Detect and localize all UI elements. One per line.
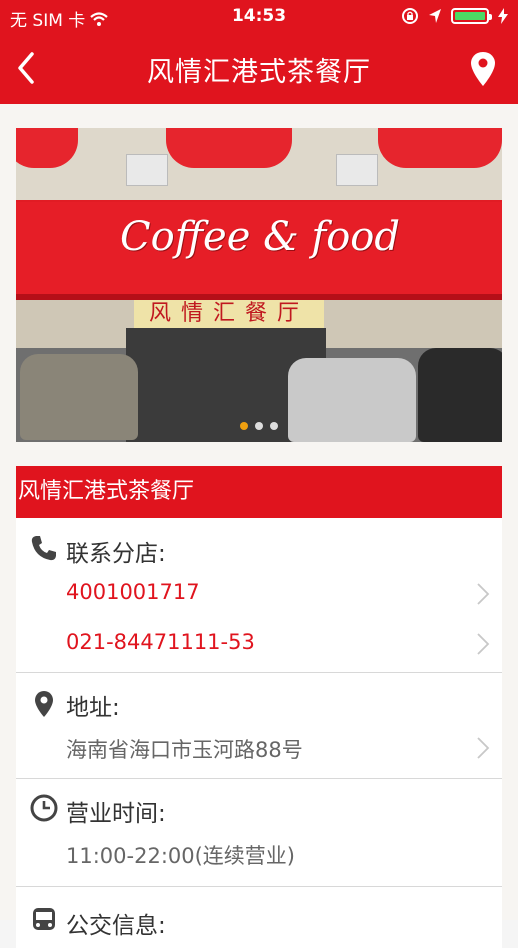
phone-number-row[interactable]: 4001001717 bbox=[66, 580, 490, 605]
phone-number-row[interactable]: 021-84471111-53 bbox=[66, 630, 490, 655]
content-area: Coffee & food 风情汇餐厅 风情汇港式茶餐厅 联系分店: 40010… bbox=[0, 104, 518, 948]
awning bbox=[378, 128, 502, 168]
status-bar: 无 SIM 卡 14:53 bbox=[0, 0, 518, 34]
phone-icon bbox=[31, 536, 56, 561]
battery-icon bbox=[451, 8, 492, 24]
battery-fill bbox=[455, 12, 485, 20]
photo-carousel[interactable]: Coffee & food 风情汇餐厅 bbox=[16, 128, 502, 442]
bus-title: 公交信息: bbox=[66, 913, 166, 939]
address-row[interactable]: 海南省海口市玉河路88号 bbox=[66, 734, 490, 764]
chevron-right-icon bbox=[477, 633, 490, 655]
location-arrow-icon bbox=[429, 9, 441, 23]
map-pin-icon bbox=[35, 691, 53, 717]
info-card: 联系分店: 4001001717 021-84471111-53 地址: 海南省… bbox=[16, 518, 502, 948]
address-section: 地址: 海南省海口市玉河路88号 bbox=[16, 674, 502, 779]
battery-tip bbox=[489, 14, 492, 20]
back-button[interactable] bbox=[12, 48, 42, 88]
hours-title: 营业时间: bbox=[66, 801, 166, 827]
page-dot[interactable] bbox=[255, 422, 263, 430]
store-sign: 风情汇餐厅 bbox=[134, 300, 324, 328]
charging-bolt-icon bbox=[498, 8, 508, 24]
restaurant-name-bar: 风情汇港式茶餐厅 bbox=[16, 466, 502, 518]
coffee-food-sign: Coffee & food bbox=[120, 214, 400, 260]
address-title: 地址: bbox=[66, 695, 120, 721]
air-conditioner bbox=[126, 154, 168, 186]
bus-section: 公交信息: bbox=[16, 888, 502, 948]
page-dot-active[interactable] bbox=[240, 422, 248, 430]
air-conditioner bbox=[336, 154, 378, 186]
rotation-lock-icon bbox=[402, 8, 418, 24]
carousel-page-indicator bbox=[16, 422, 502, 430]
location-pin-icon[interactable] bbox=[468, 50, 498, 88]
hours-section: 营业时间: 11:00-22:00(连续营业) bbox=[16, 780, 502, 887]
phone-number: 021-84471111-53 bbox=[66, 630, 255, 654]
phone-number: 4001001717 bbox=[66, 580, 200, 604]
clock-icon bbox=[30, 794, 58, 822]
status-right bbox=[401, 7, 508, 25]
hours-value: 11:00-22:00(连续营业) bbox=[66, 844, 296, 868]
page-title: 风情汇港式茶餐厅 bbox=[147, 57, 371, 88]
contact-title: 联系分店: bbox=[66, 541, 166, 567]
contact-section: 联系分店: 4001001717 021-84471111-53 bbox=[16, 518, 502, 673]
awning bbox=[166, 128, 292, 168]
page-dot[interactable] bbox=[270, 422, 278, 430]
bus-icon bbox=[33, 908, 55, 930]
chevron-right-icon bbox=[477, 737, 490, 759]
address-value: 海南省海口市玉河路88号 bbox=[66, 738, 303, 762]
chevron-right-icon bbox=[477, 583, 490, 605]
top-bar: 无 SIM 卡 14:53 风情汇港式茶餐厅 bbox=[0, 0, 518, 104]
